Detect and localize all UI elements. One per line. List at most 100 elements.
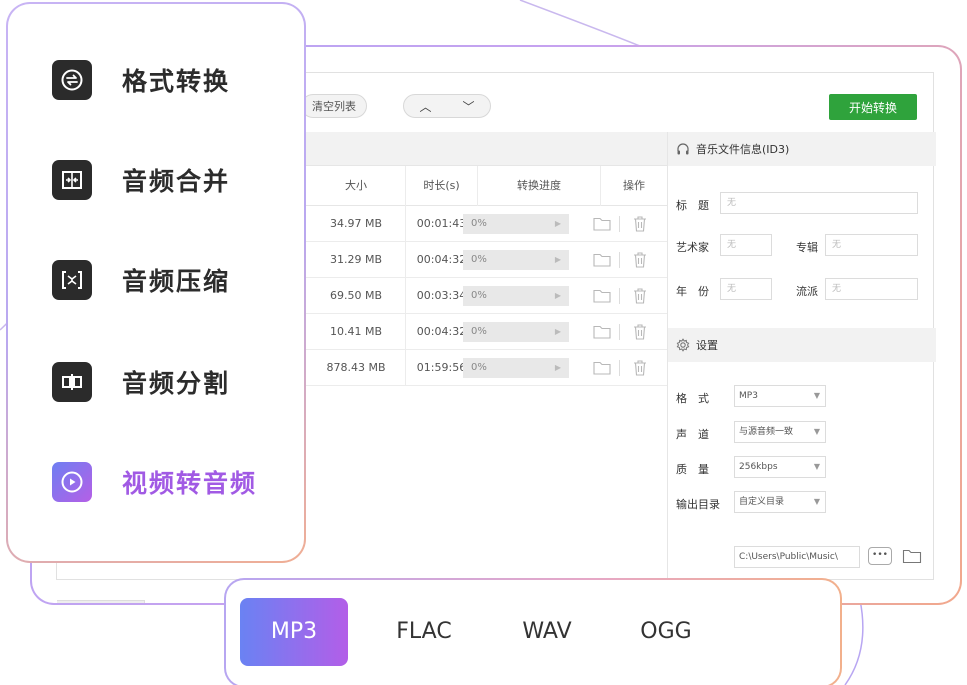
feature-menu-frame: 格式转换音频合并音频压缩音频分割视频转音频 (6, 2, 306, 563)
play-icon: ▶ (554, 363, 561, 372)
audio-compress-icon (52, 260, 92, 300)
channel-value: 与源音频一致 (739, 427, 794, 437)
cell-size: 34.97 MB (329, 217, 383, 230)
reorder-buttons: ︿ ﹀ (403, 94, 491, 118)
quality-value: 256kbps (739, 462, 778, 472)
feature-item-4[interactable]: 音频分割 (52, 356, 230, 408)
format-option-ogg[interactable]: OGG (618, 598, 714, 666)
format-option-wav[interactable]: WAV (502, 598, 592, 666)
delete-icon[interactable] (630, 322, 650, 342)
start-convert-button[interactable]: 开始转换 (829, 94, 917, 120)
id3-section-header: 音乐文件信息(ID3) (668, 132, 936, 166)
title-label: 标 题 (676, 199, 709, 212)
header-progress: 转换进度 (477, 166, 600, 206)
year-label: 年 份 (676, 285, 709, 298)
progress-value: 0% (471, 326, 487, 337)
delete-icon[interactable] (630, 250, 650, 270)
delete-icon[interactable] (630, 286, 650, 306)
open-folder-icon[interactable] (592, 250, 612, 270)
progress-bar: 0% ▶ (463, 358, 569, 378)
year-input[interactable]: 无 (720, 278, 772, 300)
bottom-strip (57, 600, 145, 603)
feature-label: 音频分割 (122, 369, 231, 398)
feature-label: 格式转换 (122, 67, 231, 96)
output-dir-select[interactable]: 自定义目录 ▼ (734, 491, 826, 513)
format-selector-frame: MP3 FLAC WAV OGG (224, 578, 842, 685)
feature-label: 视频转音频 (122, 469, 258, 498)
feature-item-2[interactable]: 音频合并 (52, 154, 230, 206)
format-selector: MP3 FLAC WAV OGG (226, 580, 840, 685)
channel-select[interactable]: 与源音频一致 ▼ (734, 421, 826, 443)
progress-bar: 0% ▶ (463, 250, 569, 270)
open-folder-icon[interactable] (592, 214, 612, 234)
progress-bar: 0% ▶ (463, 322, 569, 342)
format-value: MP3 (739, 391, 758, 401)
output-dir-value: 自定义目录 (739, 497, 785, 507)
format-option-flac[interactable]: FLAC (374, 598, 474, 666)
feature-item-5[interactable]: 视频转音频 (52, 456, 257, 508)
format-label: 格 式 (676, 392, 709, 405)
album-label: 专辑 (796, 241, 818, 254)
format-select[interactable]: MP3 ▼ (734, 385, 826, 407)
chevron-down-icon: ▼ (813, 462, 820, 471)
output-dir-label: 输出目录 (676, 498, 720, 511)
settings-section-header: 设置 (668, 328, 936, 362)
gear-icon (676, 338, 690, 352)
settings-section-title: 设置 (696, 339, 718, 352)
chevron-down-icon: ▼ (813, 391, 820, 400)
action-divider (619, 216, 620, 232)
format-option-mp3[interactable]: MP3 (240, 598, 348, 666)
header-duration: 时长(s) (405, 166, 477, 206)
progress-value: 0% (471, 254, 487, 265)
action-divider (619, 360, 620, 376)
id3-section-title: 音乐文件信息(ID3) (696, 143, 790, 156)
move-down-button[interactable]: ﹀ (447, 98, 490, 115)
audio-split-icon (52, 362, 92, 402)
progress-value: 0% (471, 290, 487, 301)
header-size: 大小 (345, 179, 367, 192)
audio-merge-icon (52, 160, 92, 200)
video-to-audio-icon (52, 462, 92, 502)
quality-select[interactable]: 256kbps ▼ (734, 456, 826, 478)
headphone-icon (677, 143, 689, 155)
header-actions: 操作 (600, 166, 667, 206)
delete-icon[interactable] (630, 214, 650, 234)
artist-input[interactable]: 无 (720, 234, 772, 256)
cell-size: 878.43 MB (326, 361, 386, 374)
folder-icon[interactable] (902, 547, 922, 565)
output-path-input[interactable]: C:\Users\Public\Music\ (734, 546, 860, 568)
open-folder-icon[interactable] (592, 322, 612, 342)
chevron-down-icon: ▼ (813, 427, 820, 436)
info-panel: 音乐文件信息(ID3) 标 题 无 艺术家 无 专辑 无 年 份 无 流派 无 … (667, 132, 936, 579)
artist-label: 艺术家 (676, 241, 709, 254)
feature-label: 音频合并 (122, 167, 231, 196)
format-convert-icon (52, 60, 92, 100)
feature-item-1[interactable]: 格式转换 (52, 54, 230, 106)
cell-size: 31.29 MB (329, 253, 383, 266)
album-input[interactable]: 无 (825, 234, 918, 256)
open-folder-icon[interactable] (592, 358, 612, 378)
open-folder-icon[interactable] (592, 286, 612, 306)
chevron-down-icon: ▼ (813, 497, 820, 506)
move-up-button[interactable]: ︿ (404, 98, 447, 115)
progress-bar: 0% ▶ (463, 286, 569, 306)
genre-label: 流派 (796, 285, 818, 298)
play-icon: ▶ (554, 219, 561, 228)
play-icon: ▶ (554, 327, 561, 336)
channel-label: 声 道 (676, 428, 709, 441)
progress-value: 0% (471, 218, 487, 229)
delete-icon[interactable] (630, 358, 650, 378)
title-input[interactable]: 无 (720, 192, 918, 214)
clear-list-button[interactable]: 清空列表 (301, 94, 367, 118)
genre-input[interactable]: 无 (825, 278, 918, 300)
action-divider (619, 288, 620, 304)
cell-size: 10.41 MB (329, 325, 383, 338)
progress-bar: 0% ▶ (463, 214, 569, 234)
browse-button[interactable]: ••• (868, 547, 892, 565)
action-divider (619, 324, 620, 340)
action-divider (619, 252, 620, 268)
feature-item-3[interactable]: 音频压缩 (52, 254, 230, 306)
quality-label: 质 量 (676, 463, 709, 476)
progress-value: 0% (471, 362, 487, 373)
feature-label: 音频压缩 (122, 267, 231, 296)
